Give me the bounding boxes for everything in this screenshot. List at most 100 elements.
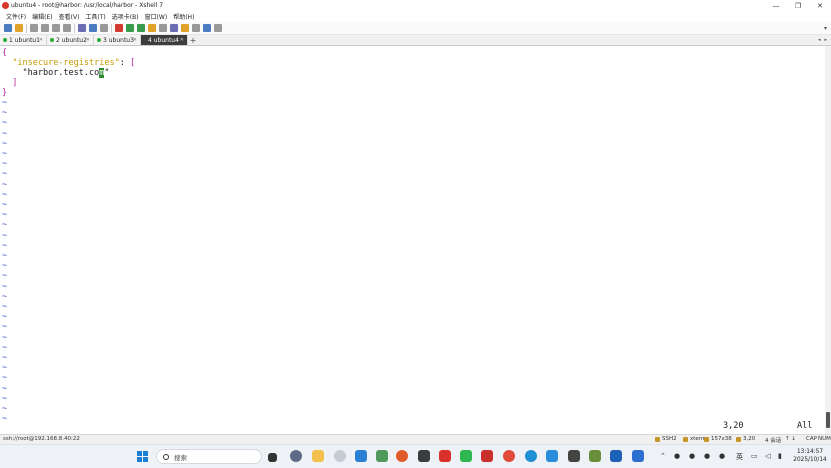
menu-file[interactable]: 文件(F) [6, 12, 26, 21]
empty-line-tilde: ~ [2, 373, 8, 384]
fullscreen-icon[interactable] [137, 24, 145, 32]
app-icon[interactable] [418, 450, 430, 462]
xshell-taskbar-icon[interactable] [396, 450, 408, 462]
script-icon[interactable] [100, 24, 108, 32]
empty-line-tilde: ~ [2, 189, 8, 200]
tab-next-icon[interactable]: ▸ [824, 37, 827, 43]
add-tab-button[interactable]: + [188, 35, 198, 45]
windows-start-button[interactable] [137, 451, 148, 462]
wechat-icon[interactable] [460, 450, 472, 462]
empty-line-tilde: ~ [2, 169, 8, 180]
menu-tools[interactable]: 工具(T) [85, 12, 105, 21]
toolbar-expand-icon[interactable]: ▾ [824, 25, 827, 32]
tray-app-icon[interactable]: ● [719, 452, 725, 460]
empty-line-tilde: ~ [2, 220, 8, 231]
tray-app-icon[interactable]: ● [674, 452, 680, 460]
terminal-icon [683, 436, 688, 442]
terminal-line: "harbor.test.com" [2, 68, 110, 78]
menu-edit[interactable]: 编辑(E) [32, 12, 52, 21]
cursor-position: 3,20 [723, 421, 744, 431]
app-icon[interactable] [568, 450, 580, 462]
menu-bar: 文件(F) 编辑(E) 查看(V) 工具(T) 选项卡(B) 窗口(W) 帮助(… [0, 11, 831, 22]
tray-app-icon[interactable]: ● [704, 452, 710, 460]
menu-help[interactable]: 帮助(H) [173, 12, 194, 21]
empty-line-tilde: ~ [2, 240, 8, 251]
tab-ubuntu2[interactable]: 2 ubuntu2 ✕ [47, 35, 94, 45]
view-scope: All [797, 421, 813, 431]
word-icon[interactable] [610, 450, 622, 462]
open-folder-icon[interactable] [15, 24, 23, 32]
globe-icon[interactable] [89, 24, 97, 32]
link-icon[interactable] [30, 24, 38, 32]
protocol-icon [655, 436, 660, 442]
tab-close-icon[interactable]: ✕ [86, 37, 90, 43]
copy-icon[interactable] [52, 24, 60, 32]
app-icon[interactable] [376, 450, 388, 462]
tab-ubuntu3[interactable]: 3 ubuntu3 ✕ [94, 35, 141, 45]
menu-tabs[interactable]: 选项卡(B) [112, 12, 139, 21]
find-icon[interactable] [63, 24, 71, 32]
search-placeholder: 搜索 [174, 453, 187, 462]
send-icon[interactable] [181, 24, 189, 32]
vscode-icon[interactable] [355, 450, 367, 462]
empty-line-tilde: ~ [2, 210, 8, 221]
empty-line-tilde: ~ [2, 353, 8, 363]
file-explorer-icon[interactable] [312, 450, 324, 462]
empty-line-tilde: ~ [2, 383, 8, 394]
terminal-area[interactable]: { "insecure-registries": [ "harbor.test.… [0, 46, 825, 434]
toolbar-divider [26, 23, 27, 33]
maximize-button[interactable]: ❐ [787, 2, 809, 10]
tab-ubuntu4[interactable]: 4 ubuntu4 ✕ [141, 35, 188, 45]
transfer-icon[interactable] [126, 24, 134, 32]
settings-gear-icon[interactable] [290, 450, 302, 462]
close-button[interactable]: ✕ [809, 2, 831, 10]
xftp-icon[interactable] [115, 24, 123, 32]
print-icon[interactable] [78, 24, 86, 32]
chrome-icon[interactable] [503, 450, 515, 462]
menu-view[interactable]: 查看(V) [59, 12, 80, 21]
minimize-button[interactable]: — [765, 2, 787, 10]
empty-line-tilde: ~ [2, 98, 8, 108]
unlink-icon[interactable] [41, 24, 49, 32]
menu-window[interactable]: 窗口(W) [145, 12, 168, 21]
connected-status-icon [50, 38, 54, 42]
empty-line-tilde: ~ [2, 200, 8, 210]
app-icon[interactable] [632, 450, 644, 462]
empty-line-tilde: ~ [2, 179, 8, 190]
input-language[interactable]: 英 [736, 452, 743, 462]
protocol-label: SSH2 [662, 436, 677, 442]
tab-bar: 1 ubuntu1 ✕ 2 ubuntu2 ✕ 3 ubuntu3 ✕ 4 ub… [0, 35, 831, 46]
app-icon[interactable] [481, 450, 493, 462]
tab-ubuntu1[interactable]: 1 ubuntu1 ✕ [0, 35, 47, 45]
pen-icon[interactable] [170, 24, 178, 32]
scrollbar-thumb[interactable] [826, 412, 830, 428]
app-icon[interactable] [589, 450, 601, 462]
new-session-icon[interactable] [4, 24, 12, 32]
network-icon[interactable]: ▭ [751, 452, 758, 460]
app-icon[interactable] [546, 450, 558, 462]
edge-icon[interactable] [525, 450, 537, 462]
app-icon[interactable] [334, 450, 346, 462]
status-terminal-type: xterm [683, 436, 706, 442]
tray-chevron-up-icon[interactable]: ⌃ [660, 452, 666, 460]
app-icon[interactable] [439, 450, 451, 462]
help-icon[interactable] [203, 24, 211, 32]
battery-icon[interactable]: ▮ [778, 452, 782, 460]
tab-close-icon[interactable]: ✕ [180, 37, 184, 43]
system-clock[interactable]: 13:14:57 2025/10/14 [793, 448, 827, 464]
connected-status-icon [97, 38, 101, 42]
tray-app-icon[interactable]: ● [689, 452, 695, 460]
taskbar-search-box[interactable]: 搜索 [156, 449, 262, 464]
tab-prev-icon[interactable]: ◂ [818, 37, 821, 43]
terminal-line: "insecure-registries": [ [2, 58, 135, 68]
volume-icon[interactable]: ◁ [765, 452, 770, 460]
keyboard-icon[interactable] [159, 24, 167, 32]
lock-icon[interactable] [148, 24, 156, 32]
task-view-icon[interactable] [268, 453, 277, 462]
layout-icon[interactable] [192, 24, 200, 32]
status-arrows: ↑ ↓ [785, 436, 796, 442]
tab-close-icon[interactable]: ✕ [133, 37, 137, 43]
terminal-scrollbar[interactable] [825, 46, 831, 434]
chat-icon[interactable] [214, 24, 222, 32]
tab-close-icon[interactable]: ✕ [39, 37, 43, 43]
